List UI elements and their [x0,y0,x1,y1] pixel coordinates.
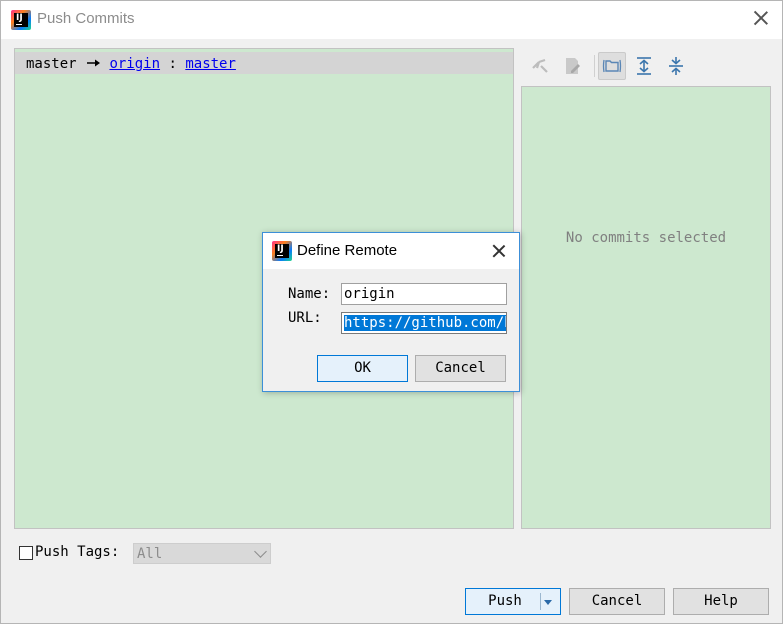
cancel-button[interactable]: Cancel [569,588,665,615]
push-tags-combo-value: All [137,546,163,562]
local-branch-label: master [26,56,77,72]
dialog-cancel-button[interactable]: Cancel [415,355,506,382]
push-dropdown-arrow-icon[interactable] [540,593,554,610]
name-label: Name: [288,286,331,302]
remote-name-input[interactable]: origin [341,283,507,305]
window-title: Push Commits [37,10,135,27]
toolbar-separator [594,55,595,77]
commit-details-panel: No commits selected [521,86,771,529]
collapse-all-icon[interactable] [662,52,690,80]
chevron-down-icon [254,545,267,558]
define-remote-dialog: IJ Define Remote Name: origin URL: https… [262,232,520,392]
branch-separator: : [168,56,177,72]
push-tags-checkbox[interactable] [19,546,33,560]
dialog-title: Define Remote [297,242,398,259]
edit-source-icon[interactable] [558,52,586,80]
title-bar: IJ Push Commits [1,1,782,39]
group-by-repo-icon[interactable] [598,52,626,80]
arrow-right-icon [85,56,101,72]
push-tags-label[interactable]: Push Tags: [35,544,119,560]
intellij-app-icon: IJ [11,10,31,30]
remote-branch-link[interactable]: master [185,56,236,72]
empty-details-text: No commits selected [565,230,727,246]
push-tags-combo[interactable]: All [133,543,271,564]
window-close-icon[interactable] [752,9,770,27]
url-label: URL: [288,310,322,326]
push-target-row[interactable]: master origin : master [15,52,513,74]
remote-url-input[interactable]: https://github.com/h [341,312,507,334]
ok-button[interactable]: OK [317,355,408,382]
expand-all-icon[interactable] [630,52,658,80]
dialog-close-icon[interactable] [491,243,507,259]
cherry-pick-icon[interactable] [526,52,554,80]
remote-link[interactable]: origin [109,56,160,72]
dialog-title-bar: IJ Define Remote [263,233,519,269]
details-toolbar [523,51,763,81]
push-button-label: Push [488,593,522,609]
help-button[interactable]: Help [673,588,769,615]
intellij-app-icon: IJ [272,241,292,261]
push-button[interactable]: Push [465,588,561,615]
remote-url-selected-text: https://github.com/h [344,315,506,331]
